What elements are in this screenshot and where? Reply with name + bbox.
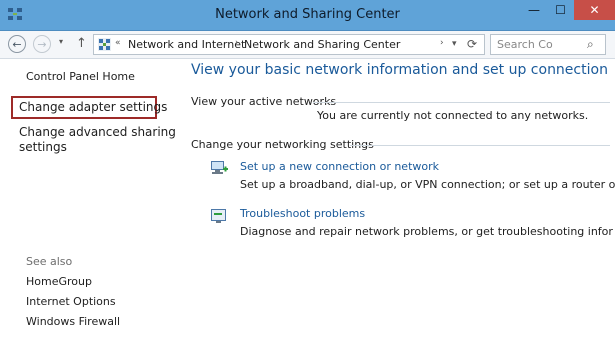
change-advanced-sharing-link[interactable]: Change advanced sharing settings bbox=[19, 125, 179, 155]
main-pane: View your basic network information and … bbox=[185, 59, 615, 345]
breadcrumb-separator-icon[interactable]: › bbox=[235, 38, 239, 48]
homegroup-link[interactable]: HomeGroup bbox=[26, 275, 92, 288]
control-panel-icon bbox=[98, 38, 111, 51]
page-title: View your basic network information and … bbox=[191, 62, 608, 78]
control-panel-home-link[interactable]: Control Panel Home bbox=[26, 70, 135, 83]
change-adapter-settings-link[interactable]: Change adapter settings bbox=[19, 100, 167, 114]
change-settings-label: Change your networking settings bbox=[191, 138, 374, 151]
breadcrumb-separator-icon[interactable]: › bbox=[440, 38, 444, 48]
setup-connection-description: Set up a broadband, dial-up, or VPN conn… bbox=[240, 178, 615, 191]
back-button[interactable]: ← bbox=[8, 35, 26, 53]
see-also-label: See also bbox=[26, 255, 73, 268]
close-button[interactable]: ✕ bbox=[574, 0, 615, 20]
divider bbox=[313, 102, 610, 103]
setup-connection-link[interactable]: Set up a new connection or network bbox=[240, 160, 439, 173]
troubleshoot-description: Diagnose and repair network problems, or… bbox=[240, 225, 613, 238]
troubleshoot-icon bbox=[211, 209, 226, 223]
address-overflow-icon[interactable]: « bbox=[115, 38, 121, 48]
forward-button[interactable]: → bbox=[33, 35, 51, 53]
refresh-icon[interactable]: ⟳ bbox=[467, 37, 477, 51]
minimize-button[interactable]: — bbox=[521, 0, 547, 20]
title-bar: Network and Sharing Center — ☐ ✕ bbox=[0, 0, 615, 31]
search-input[interactable]: Search Co ⌕ bbox=[490, 34, 606, 55]
navigation-bar: ← → ▾ ↑ « Network and Internet › Network… bbox=[0, 31, 615, 59]
network-setup-icon bbox=[211, 161, 228, 174]
address-bar[interactable]: « Network and Internet › Network and Sha… bbox=[93, 34, 485, 55]
troubleshoot-link[interactable]: Troubleshoot problems bbox=[240, 207, 365, 220]
search-icon[interactable]: ⌕ bbox=[587, 37, 594, 52]
internet-options-link[interactable]: Internet Options bbox=[26, 295, 116, 308]
search-placeholder: Search Co bbox=[497, 38, 553, 51]
breadcrumb-network-and-internet[interactable]: Network and Internet bbox=[128, 38, 245, 51]
up-button[interactable]: ↑ bbox=[76, 36, 87, 51]
breadcrumb-network-and-sharing-center[interactable]: Network and Sharing Center bbox=[244, 38, 400, 51]
address-dropdown-icon[interactable]: ▾ bbox=[452, 39, 457, 49]
recent-locations-button[interactable]: ▾ bbox=[59, 37, 63, 46]
left-pane: Control Panel Home Change adapter settin… bbox=[0, 59, 185, 345]
windows-firewall-link[interactable]: Windows Firewall bbox=[26, 315, 120, 328]
divider bbox=[350, 145, 610, 146]
connection-status: You are currently not connected to any n… bbox=[317, 109, 589, 122]
maximize-button[interactable]: ☐ bbox=[548, 0, 573, 20]
